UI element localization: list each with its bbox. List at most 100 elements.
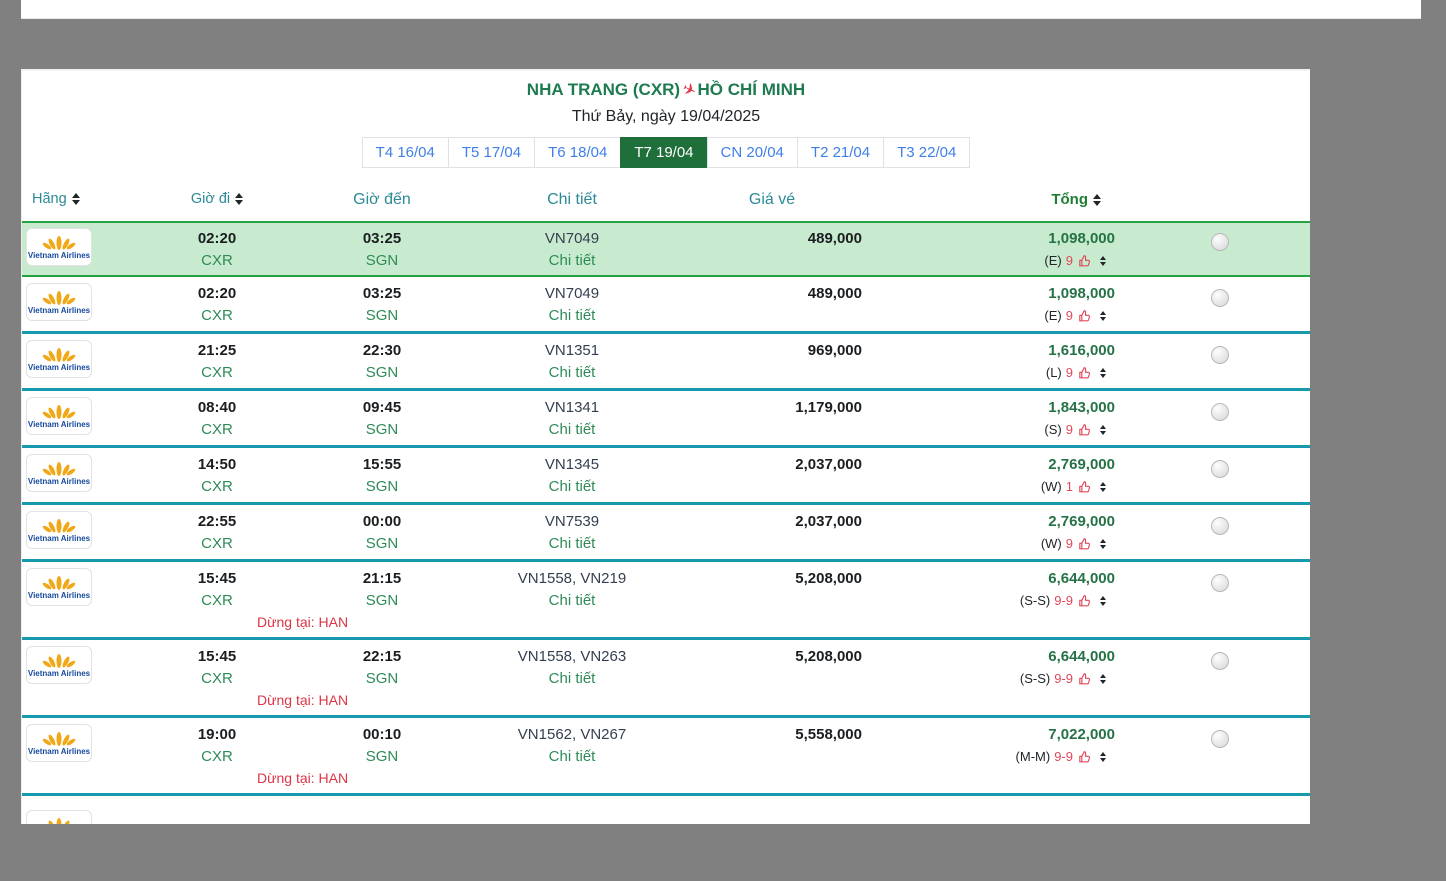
- select-flight-radio[interactable]: [1211, 730, 1229, 748]
- depart-code: CXR: [132, 667, 302, 690]
- arrive-time: 00:10: [302, 724, 462, 745]
- thumbs-up-icon[interactable]: [1077, 309, 1091, 323]
- arrive-time: 22:30: [302, 340, 462, 361]
- header-depart[interactable]: Giờ đi: [132, 191, 302, 207]
- lotus-icon: [42, 462, 76, 477]
- thumbs-up-icon[interactable]: [1077, 750, 1091, 764]
- lotus-icon: [42, 818, 76, 824]
- flight-number: VN1341: [462, 397, 682, 418]
- vote-sort-icon[interactable]: [1100, 368, 1106, 378]
- header-price: Giá vé: [682, 191, 872, 209]
- detail-link[interactable]: Chi tiết: [549, 745, 596, 768]
- header-total[interactable]: Tổng: [872, 191, 1127, 208]
- select-flight-radio[interactable]: [1211, 289, 1229, 307]
- total-price: 1,098,000: [872, 283, 1115, 304]
- fare-class: (W): [1041, 475, 1062, 498]
- select-flight-radio[interactable]: [1211, 652, 1229, 670]
- vote-sort-icon[interactable]: [1100, 752, 1106, 762]
- tab-date-20-04[interactable]: CN 20/04: [707, 137, 798, 168]
- thumbs-up-icon[interactable]: [1077, 423, 1091, 437]
- stopover-note: Dừng tại: HAN: [22, 768, 1310, 789]
- vote-sort-icon[interactable]: [1100, 596, 1106, 606]
- arrive-time: 03:25: [302, 228, 462, 249]
- flight-row[interactable]: Vietnam Airlines 15:45CXR 21:15SGN VN155…: [22, 562, 1310, 640]
- flight-results-panel: NHA TRANG (CXR)✈HỒ CHÍ MINH Thứ Bảy, ngà…: [21, 69, 1310, 824]
- tab-date-16-04[interactable]: T4 16/04: [362, 137, 449, 168]
- lotus-icon: [42, 654, 76, 669]
- arrive-code: SGN: [302, 532, 462, 555]
- vote-sort-icon[interactable]: [1100, 311, 1106, 321]
- thumbs-up-icon[interactable]: [1077, 537, 1091, 551]
- detail-link[interactable]: Chi tiết: [549, 361, 596, 384]
- route-to: HỒ CHÍ MINH: [698, 80, 806, 99]
- tab-date-19-04-selected[interactable]: T7 19/04: [620, 137, 707, 168]
- detail-link[interactable]: Chi tiết: [549, 249, 596, 272]
- airline-name: Vietnam Airlines: [28, 747, 90, 756]
- tab-date-17-04[interactable]: T5 17/04: [448, 137, 535, 168]
- vote-sort-icon[interactable]: [1100, 482, 1106, 492]
- airline-name: Vietnam Airlines: [28, 306, 90, 315]
- flight-row[interactable]: Vietnam Airlines 02:20CXR 03:25SGN VN704…: [22, 277, 1310, 334]
- flight-row[interactable]: Vietnam Airlines 22:55CXR 00:00SGN VN753…: [22, 505, 1310, 562]
- arrive-time: 21:15: [302, 568, 462, 589]
- thumbs-up-icon[interactable]: [1077, 480, 1091, 494]
- detail-link[interactable]: Chi tiết: [549, 589, 596, 612]
- select-flight-radio[interactable]: [1211, 346, 1229, 364]
- vote-sort-icon[interactable]: [1100, 539, 1106, 549]
- fare-class: (L): [1046, 361, 1062, 384]
- thumbs-up-icon[interactable]: [1077, 672, 1091, 686]
- flight-number: VN1558, VN219: [462, 568, 682, 589]
- thumbs-up-icon[interactable]: [1077, 254, 1091, 268]
- airline-logo: Vietnam Airlines: [26, 810, 92, 824]
- select-flight-radio[interactable]: [1211, 574, 1229, 592]
- select-flight-radio[interactable]: [1211, 460, 1229, 478]
- flight-row[interactable]: Vietnam Airlines 08:40CXR 09:45SGN VN134…: [22, 391, 1310, 448]
- arrive-code: SGN: [302, 418, 462, 441]
- flight-row[interactable]: Vietnam Airlines 14:50CXR 15:55SGN VN134…: [22, 448, 1310, 505]
- flight-row[interactable]: Vietnam Airlines 21:25CXR 22:30SGN VN135…: [22, 334, 1310, 391]
- vote-count: 9: [1066, 418, 1073, 441]
- arrive-code: SGN: [302, 589, 462, 612]
- airline-logo: Vietnam Airlines: [26, 283, 92, 321]
- total-price: 1,616,000: [872, 340, 1115, 361]
- flight-row[interactable]: Vietnam Airlines 02:20CXR 03:25SGN VN704…: [22, 221, 1310, 277]
- flight-number: VN7049: [462, 283, 682, 304]
- detail-link[interactable]: Chi tiết: [549, 532, 596, 555]
- tab-date-21-04[interactable]: T2 21/04: [797, 137, 884, 168]
- vote-sort-icon[interactable]: [1100, 425, 1106, 435]
- tab-date-18-04[interactable]: T6 18/04: [534, 137, 621, 168]
- sort-icon[interactable]: [235, 193, 243, 205]
- fare-price: 5,208,000: [682, 646, 862, 667]
- select-flight-radio[interactable]: [1211, 517, 1229, 535]
- header-airline[interactable]: Hãng: [22, 191, 132, 207]
- depart-code: CXR: [132, 418, 302, 441]
- detail-link[interactable]: Chi tiết: [549, 475, 596, 498]
- select-flight-radio[interactable]: [1211, 403, 1229, 421]
- detail-link[interactable]: Chi tiết: [549, 418, 596, 441]
- airline-logo: Vietnam Airlines: [26, 397, 92, 435]
- plane-icon: ✈: [678, 78, 699, 104]
- tab-date-22-04[interactable]: T3 22/04: [883, 137, 970, 168]
- flight-number: VN7049: [462, 228, 682, 249]
- airline-logo: Vietnam Airlines: [26, 568, 92, 606]
- header-arrive: Giờ đến: [302, 191, 462, 209]
- stopover-note: Dừng tại: HAN: [22, 690, 1310, 711]
- depart-time: 08:40: [132, 397, 302, 418]
- detail-link[interactable]: Chi tiết: [549, 667, 596, 690]
- vote-count: 9: [1066, 361, 1073, 384]
- detail-link[interactable]: Chi tiết: [549, 304, 596, 327]
- sort-icon[interactable]: [72, 193, 80, 205]
- thumbs-up-icon[interactable]: [1077, 594, 1091, 608]
- flight-row[interactable]: Vietnam Airlines 15:45CXR 22:15SGN VN155…: [22, 640, 1310, 718]
- vote-sort-icon[interactable]: [1100, 256, 1106, 266]
- sort-icon[interactable]: [1093, 194, 1101, 206]
- fare-class: (S-S): [1020, 667, 1050, 690]
- fare-price: 1,179,000: [682, 397, 862, 418]
- thumbs-up-icon[interactable]: [1077, 366, 1091, 380]
- flight-row[interactable]: Vietnam Airlines 19:00CXR 00:10SGN VN156…: [22, 718, 1310, 796]
- select-flight-radio[interactable]: [1211, 233, 1229, 251]
- vote-count: 9: [1066, 249, 1073, 272]
- depart-code: CXR: [132, 475, 302, 498]
- vote-sort-icon[interactable]: [1100, 674, 1106, 684]
- total-price: 2,769,000: [872, 511, 1115, 532]
